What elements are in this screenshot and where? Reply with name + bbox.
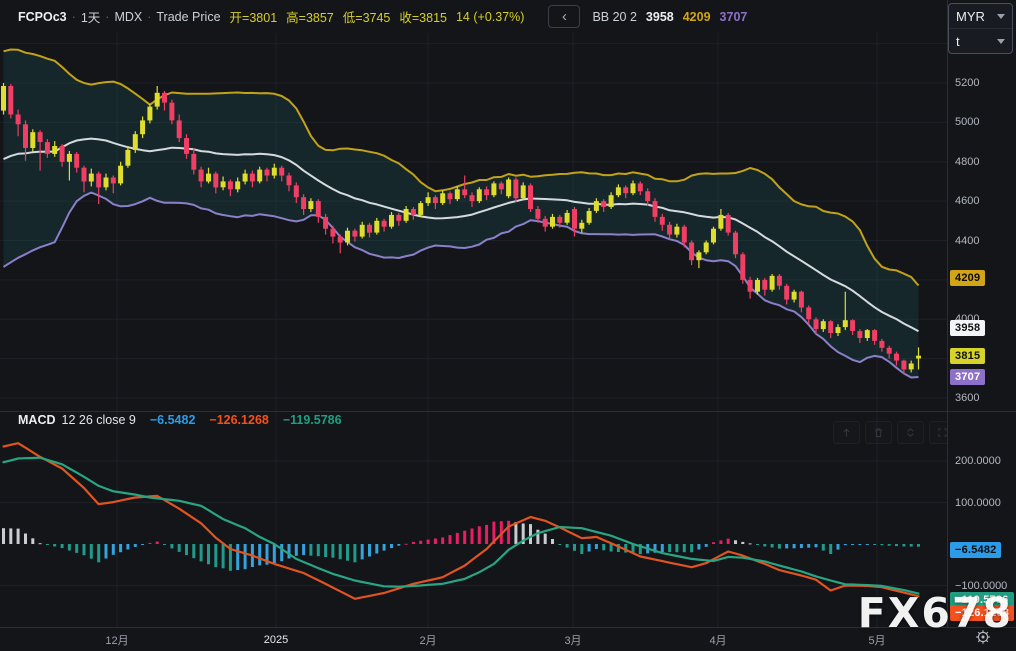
separator-dot: · [105,10,109,24]
time-tick-label: 2月 [419,632,436,648]
gear-icon [975,629,991,645]
macd-line-value: −126.1268 [209,413,268,427]
macd-tick-label: 100.0000 [955,497,1001,509]
price-tick-label: 5200 [955,77,979,89]
time-tick-label: 2025 [264,634,288,646]
collapse-icon [904,426,917,439]
delete-pane-button[interactable] [865,421,892,444]
scale-settings-panel: MYR t [948,3,1013,54]
time-tick-label: 12月 [105,632,128,648]
move-pane-up-button[interactable] [833,421,860,444]
macd-tick-label: 200.0000 [955,455,1001,467]
ohlc-open-value: 开=3801 [230,7,278,26]
macd-params: 12 26 close 9 [62,413,136,427]
currency-dropdown[interactable]: MYR [949,4,1012,28]
pane-separator[interactable] [0,411,1016,412]
unit-value: t [956,34,960,49]
collapse-legend-button[interactable]: ‹ [548,5,580,28]
bb-lower-value: 3707 [720,10,748,24]
scale-settings-gear-button[interactable] [975,629,991,650]
price-tick-label: 4800 [955,156,979,168]
change-value: 14 (+0.37%) [456,10,524,24]
interval-label[interactable]: 1天 [81,7,100,26]
macd-chart[interactable] [0,411,947,627]
bb-basis-value: 3958 [646,10,674,24]
price-tick-label: 5000 [955,116,979,128]
arrow-up-icon [840,426,853,439]
chevron-down-icon [997,14,1005,19]
chart-app: FCPOc3 · 1天 · MDX · Trade Price 开=3801 高… [0,0,1016,651]
price-badge: 3958 [950,320,985,336]
bb-indicator-label[interactable]: BB 20 2 [592,10,636,24]
time-tick-label: 3月 [564,632,581,648]
exchange-label: MDX [114,10,142,24]
price-chart[interactable] [0,33,947,411]
bb-upper-value: 4209 [683,10,711,24]
ohlc-high-value: 高=3857 [286,7,334,26]
price-badge: 3707 [950,369,985,385]
ohlc-low-value: 低=3745 [343,7,391,26]
price-tick-label: 3600 [955,392,979,404]
ohlc-close-value: 收=3815 [399,7,447,26]
macd-title[interactable]: MACD [18,413,56,427]
symbol-name[interactable]: FCPOc3 [18,10,67,24]
price-tick-label: 4400 [955,235,979,247]
separator-dot: · [147,10,151,24]
currency-value: MYR [956,9,985,24]
time-scale[interactable]: 12月 2025 2月 3月 4月 5月 [0,627,1016,651]
macd-signal-value: −119.5786 [283,413,342,427]
macd-hist-value: −6.5482 [150,413,196,427]
separator-dot: · [72,10,76,24]
macd-tick-label: −100.0000 [955,580,1007,592]
price-scale[interactable]: 5200500048004600440040003600200.0000100.… [947,0,1016,651]
collapse-pane-button[interactable] [897,421,924,444]
time-tick-label: 4月 [709,632,726,648]
macd-badge: −6.5482 [950,542,1001,558]
unit-dropdown[interactable]: t [949,28,1012,53]
chevron-down-icon [997,39,1005,44]
macd-legend: MACD 12 26 close 9 −6.5482 −126.1268 −11… [18,413,342,427]
time-tick-label: 5月 [868,632,885,648]
macd-badge: −126.1268 [950,605,1014,621]
price-tick-label: 4600 [955,195,979,207]
series-type-label: Trade Price [156,10,220,24]
macd-pane-tools [833,421,956,444]
price-badge: 4209 [950,270,985,286]
trash-icon [872,426,885,439]
chart-legend-toolbar: FCPOc3 · 1天 · MDX · Trade Price 开=3801 高… [0,0,947,33]
price-badge: 3815 [950,348,985,364]
